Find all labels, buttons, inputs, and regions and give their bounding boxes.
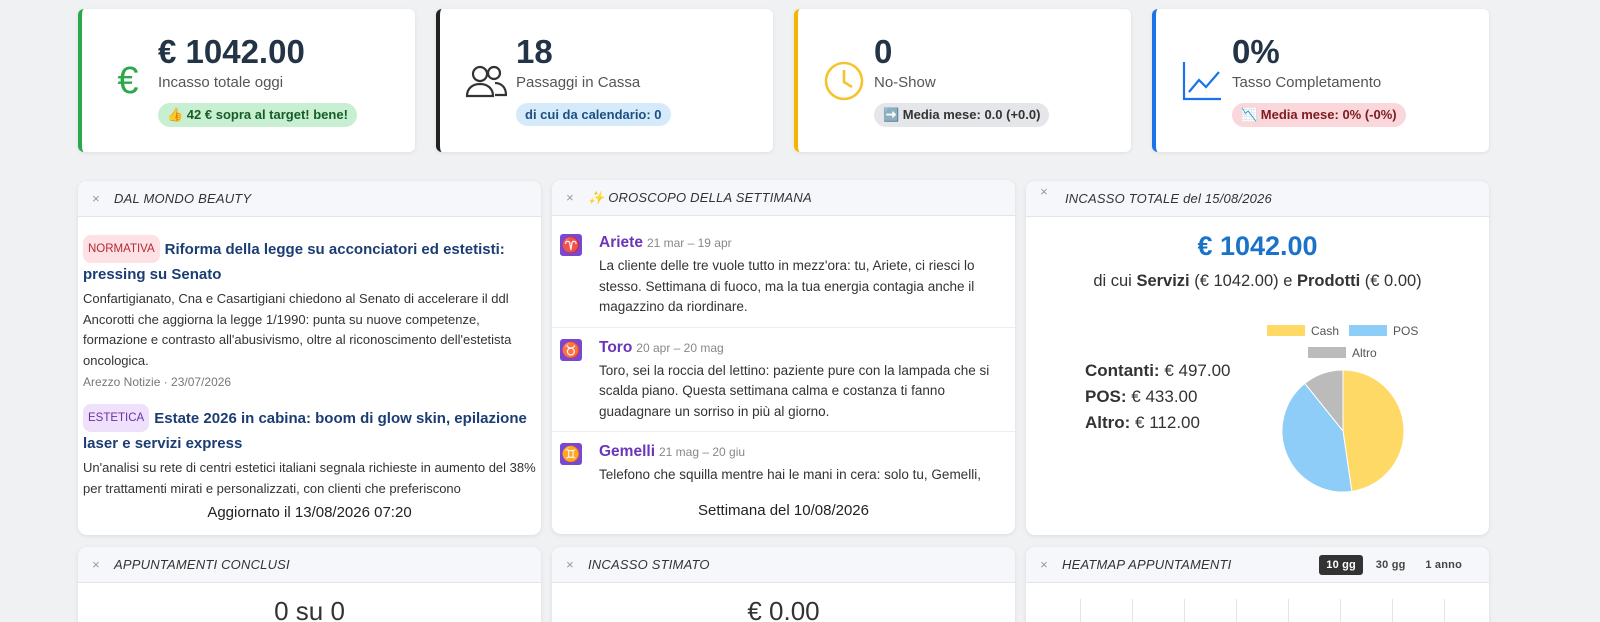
- news-body: Confartigianato, Cna e Casartigiani chie…: [83, 291, 512, 368]
- horoscope-footer: Settimana del 10/08/2026: [698, 502, 869, 519]
- stat-value: 0: [874, 33, 893, 70]
- stat-label: Incasso totale oggi: [158, 74, 284, 91]
- chart-line-icon: [1178, 57, 1226, 105]
- breakdown-cash: Contanti: € 497.00: [1085, 361, 1231, 380]
- sign-name: Gemelli: [599, 443, 655, 460]
- payment-pie-chart: Cash POS Altro: [1267, 324, 1418, 493]
- estimated-value: € 0.00: [747, 596, 820, 622]
- legend-swatch-altro[interactable]: [1308, 347, 1346, 358]
- range-30-days-button[interactable]: 30 gg: [1369, 555, 1413, 575]
- close-icon[interactable]: ×: [78, 557, 114, 572]
- range-10-days-button[interactable]: 10 gg: [1319, 554, 1363, 575]
- stat-value: € 1042.00: [158, 33, 305, 70]
- category-badge: NORMATIVA: [83, 235, 160, 263]
- sign-name: Ariete: [599, 234, 643, 251]
- sign-dates: 21 mar – 19 apr: [646, 236, 732, 250]
- stat-value: 0%: [1232, 33, 1280, 70]
- panel-header: × APPUNTAMENTI CONCLUSI: [78, 547, 541, 583]
- sign-text: Toro, sei la roccia del lettino: pazient…: [599, 362, 990, 419]
- sign-dates: 21 mag – 20 giu: [659, 445, 746, 459]
- stat-card-completion: 0% Tasso Completamento 📉 Media mese: 0% …: [1152, 9, 1489, 152]
- taurus-icon: ♉: [560, 338, 582, 361]
- news-item[interactable]: ESTETICA Estate 2026 in cabina: boom di g…: [78, 404, 541, 499]
- stat-label: Passaggi in Cassa: [516, 74, 641, 91]
- horoscope-item: ♊ Gemelli 21 mag – 20 giu Telefono che sq…: [552, 432, 1015, 486]
- income-total: € 1042.00: [1197, 231, 1318, 261]
- panel-title: DAL MONDO BEAUTY: [114, 191, 252, 206]
- news-item[interactable]: NORMATIVA Riforma della legge su acconcia…: [78, 235, 541, 389]
- horoscope-item: ♈ Ariete 21 mar – 19 apr La cliente delle…: [552, 216, 1015, 328]
- legend-label-pos[interactable]: POS: [1393, 324, 1418, 338]
- close-icon[interactable]: ×: [1026, 557, 1062, 572]
- income-panel: × INCASSO TOTALE del 15/08/2026 € 1042.0…: [1026, 181, 1489, 535]
- legend-label-altro[interactable]: Altro: [1352, 346, 1377, 360]
- payment-breakdown: Contanti: € 497.00 POS: € 433.00 Altro: …: [1085, 358, 1231, 436]
- panel-header: × HEATMAP APPUNTAMENTI 10 gg 30 gg 1 ann…: [1026, 547, 1489, 583]
- stat-value: 18: [516, 33, 553, 70]
- estimated-panel: × INCASSO STIMATO € 0.00: [552, 547, 1015, 622]
- status-badge: di cui da calendario: 0: [516, 103, 671, 126]
- stat-card-noshow: 0 No-Show ➡️ Media mese: 0.0 (+0.0): [794, 9, 1131, 152]
- breakdown-pos: POS: € 433.00: [1085, 387, 1198, 406]
- status-badge: ➡️ Media mese: 0.0 (+0.0): [874, 103, 1050, 127]
- gemini-icon: ♊: [560, 443, 582, 465]
- stat-label: No-Show: [874, 74, 936, 91]
- sign-name: Toro: [599, 338, 633, 356]
- close-icon[interactable]: ×: [552, 557, 588, 572]
- news-meta: Arezzo Notizie · 23/07/2026: [83, 375, 232, 389]
- legend-swatch-pos[interactable]: [1349, 325, 1387, 336]
- aries-icon: ♈: [560, 234, 582, 256]
- news-panel: × DAL MONDO BEAUTY NORMATIVA Riforma dell…: [78, 181, 541, 535]
- news-body: Un'analisi su rete di centri estetici it…: [83, 460, 536, 496]
- sign-dates: 20 apr – 20 mag: [636, 340, 724, 355]
- heatmap-panel: × HEATMAP APPUNTAMENTI 10 gg 30 gg 1 ann…: [1026, 547, 1489, 622]
- stat-card-passages: 18 Passaggi in Cassa di cui da calendari…: [436, 9, 773, 152]
- status-badge: 👍 42 € sopra al target! bene!: [158, 103, 357, 127]
- panel-header: × INCASSO STIMATO: [552, 547, 1015, 583]
- income-summary: di cui Servizi (€ 1042.00) e Prodotti (€…: [1093, 272, 1422, 290]
- panel-header: × DAL MONDO BEAUTY: [78, 181, 541, 217]
- sign-text: La cliente delle tre vuole tutto in mezz…: [599, 258, 975, 314]
- news-footer: Aggiornato il 13/08/2026 07:20: [207, 504, 412, 521]
- panel-title: INCASSO TOTALE del 15/08/2026: [1065, 191, 1272, 206]
- status-badge: 📉 Media mese: 0% (-0%): [1232, 103, 1406, 127]
- news-title[interactable]: Estate 2026 in cabina: boom di glow skin…: [83, 410, 527, 452]
- stat-card-income: € € 1042.00 Incasso totale oggi 👍 42 € s…: [78, 9, 415, 152]
- legend-label-cash[interactable]: Cash: [1311, 324, 1339, 338]
- category-badge: ESTETICA: [83, 404, 150, 432]
- pie-slice-cash[interactable]: [1342, 369, 1405, 492]
- panel-title: HEATMAP APPUNTAMENTI: [1062, 557, 1232, 572]
- legend-swatch-cash[interactable]: [1267, 325, 1305, 336]
- stat-label: Tasso Completamento: [1232, 74, 1382, 91]
- breakdown-other: Altro: € 112.00: [1085, 413, 1200, 432]
- panel-title: INCASSO STIMATO: [588, 557, 710, 572]
- panel-header: × INCASSO TOTALE del 15/08/2026: [1026, 181, 1489, 217]
- euro-icon: €: [117, 59, 139, 102]
- panel-header: × ✨ OROSCOPO DELLA SETTIMANA: [552, 180, 1015, 216]
- close-icon[interactable]: ×: [78, 191, 114, 206]
- panel-title: APPUNTAMENTI CONCLUSI: [114, 557, 290, 572]
- sign-text: Telefono che squilla mentre hai le mani …: [599, 467, 981, 482]
- clock-icon: [820, 57, 868, 105]
- horoscope-panel: × ✨ OROSCOPO DELLA SETTIMANA ♈ Ariete 21 …: [552, 180, 1015, 534]
- horoscope-item: ♉ Toro 20 apr – 20 mag Toro, sei la rocci…: [552, 328, 1015, 432]
- close-icon[interactable]: ×: [552, 190, 588, 205]
- heatmap-grid: [1080, 599, 1445, 622]
- appointments-panel: × APPUNTAMENTI CONCLUSI 0 su 0: [78, 547, 541, 622]
- range-1-year-button[interactable]: 1 anno: [1418, 555, 1469, 575]
- panel-title: ✨ OROSCOPO DELLA SETTIMANA: [588, 189, 812, 205]
- close-icon[interactable]: ×: [1026, 184, 1062, 199]
- appointments-value: 0 su 0: [274, 596, 345, 622]
- users-icon: [462, 57, 510, 105]
